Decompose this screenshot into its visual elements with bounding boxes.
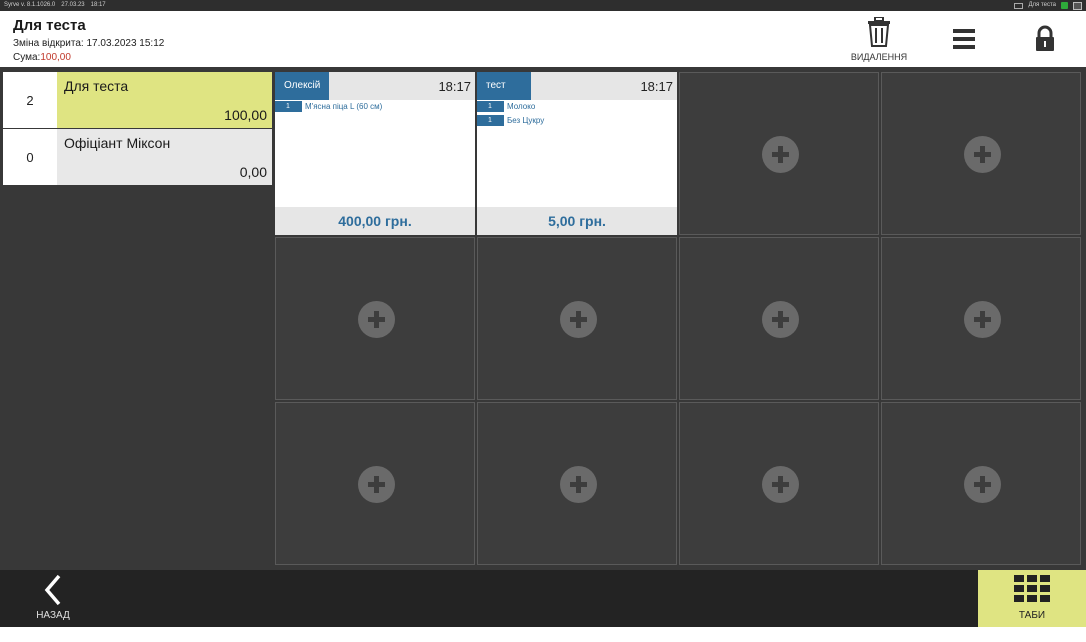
sum-line: Сума:100,00 [13, 52, 71, 63]
order-total: 400,00 грн. [275, 207, 475, 235]
lock-button[interactable] [1034, 25, 1056, 53]
os-date: 27.03.23 [61, 2, 85, 8]
connection-status-icon [1061, 2, 1068, 9]
tab-item-ofitsiant-mikson[interactable]: 0 Офіціант Міксон 0,00 [3, 129, 272, 185]
delete-label: ВИДАЛЕННЯ [850, 52, 908, 62]
plus-circle-icon [964, 136, 1001, 173]
tab-item-dlya-testa[interactable]: 2 Для теста 100,00 [3, 72, 272, 128]
waiter-badge: Олексій [275, 72, 329, 100]
tabs-label: ТАБИ [1018, 610, 1046, 621]
add-order-tile[interactable] [477, 237, 677, 400]
add-order-tile[interactable] [881, 237, 1081, 400]
bottom-strip [0, 627, 1086, 642]
order-item: 1 М'ясна піца L (60 см) [275, 101, 475, 112]
waiter-badge: тест [477, 72, 531, 100]
page-title: Для теста [13, 17, 86, 34]
tab-name: Для теста [64, 78, 129, 94]
tab-order-count: 0 [3, 129, 57, 185]
back-button[interactable]: НАЗАД [20, 570, 86, 627]
order-card-header: Олексій 18:17 [275, 72, 475, 100]
lock-icon [1036, 25, 1054, 51]
order-time: 18:17 [438, 79, 471, 94]
order-card-header: тест 18:17 [477, 72, 677, 100]
os-status-left: Syrve v. 8.1.1026.0 27.03.23 18:17 [4, 0, 106, 11]
order-item-name: М'ясна піца L (60 см) [305, 102, 383, 111]
add-order-tile[interactable] [881, 72, 1081, 235]
plus-circle-icon [358, 301, 395, 338]
app-version: Syrve v. 8.1.1026.0 [4, 2, 56, 8]
order-item-name: Молоко [507, 102, 536, 111]
order-item-qty: 1 [477, 101, 504, 112]
tab-amount: 0,00 [239, 164, 267, 180]
sum-label: Сума: [13, 52, 41, 63]
grid-icon [1014, 575, 1050, 602]
tab-order-count: 2 [3, 72, 57, 128]
hamburger-menu-icon [953, 29, 975, 49]
tab-item-body: Офіціант Міксон 0,00 [57, 129, 272, 185]
back-label: НАЗАД [36, 610, 70, 621]
add-order-tile[interactable] [679, 237, 879, 400]
plus-circle-icon [560, 466, 597, 503]
plus-circle-icon [964, 301, 1001, 338]
order-item: 1 Без Цукру [477, 115, 677, 126]
tab-amount: 100,00 [224, 107, 267, 123]
order-time: 18:17 [640, 79, 673, 94]
plus-circle-icon [964, 466, 1001, 503]
add-order-tile[interactable] [275, 237, 475, 400]
window-icon[interactable] [1073, 1, 1082, 10]
tabs-button[interactable]: ТАБИ [978, 570, 1086, 627]
trash-icon [868, 17, 890, 47]
add-order-tile[interactable] [679, 72, 879, 235]
order-card[interactable]: Олексій 18:17 1 М'ясна піца L (60 см) 40… [275, 72, 475, 235]
add-order-tile[interactable] [881, 402, 1081, 565]
os-time: 18:17 [90, 2, 106, 8]
delete-button[interactable]: ВИДАЛЕННЯ [846, 15, 912, 65]
add-order-tile[interactable] [477, 402, 677, 565]
shift-opened-text: Зміна відкрита: 17.03.2023 15:12 [13, 38, 165, 49]
sum-value: 100,00 [40, 52, 71, 63]
plus-circle-icon [762, 466, 799, 503]
order-item-qty: 1 [477, 115, 504, 126]
os-user-label: Для теста [1028, 2, 1056, 8]
plus-circle-icon [762, 136, 799, 173]
add-order-tile[interactable] [679, 402, 879, 565]
bottom-bar: НАЗАД ТАБИ [0, 570, 1086, 627]
tab-name: Офіціант Міксон [64, 135, 171, 151]
chevron-left-icon [44, 574, 61, 606]
order-card[interactable]: тест 18:17 1 Молоко 1 Без Цукру 5,00 грн… [477, 72, 677, 235]
os-status-bar: Syrve v. 8.1.1026.0 27.03.23 18:17 Для т… [0, 0, 1086, 11]
order-total: 5,00 грн. [477, 207, 677, 235]
plus-circle-icon [762, 301, 799, 338]
tab-item-body: Для теста 100,00 [57, 72, 272, 128]
order-item-name: Без Цукру [507, 116, 545, 125]
os-status-right: Для теста [1014, 0, 1082, 11]
plus-circle-icon [560, 301, 597, 338]
mail-icon[interactable] [1014, 2, 1024, 9]
order-item: 1 Молоко [477, 101, 677, 112]
header: Для теста Зміна відкрита: 17.03.2023 15:… [0, 11, 1086, 67]
menu-button[interactable] [952, 27, 976, 51]
add-order-tile[interactable] [275, 402, 475, 565]
plus-circle-icon [358, 466, 395, 503]
order-item-qty: 1 [275, 101, 302, 112]
